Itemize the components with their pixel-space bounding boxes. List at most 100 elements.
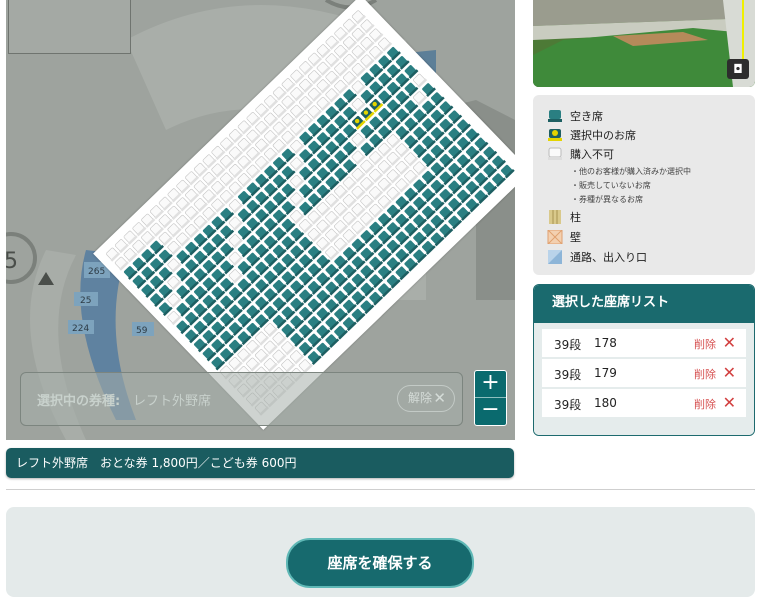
- available-seat[interactable]: [272, 296, 287, 312]
- available-seat[interactable]: [438, 135, 454, 151]
- available-seat[interactable]: [333, 307, 348, 323]
- available-seat[interactable]: [245, 181, 261, 197]
- available-seat[interactable]: [193, 250, 208, 265]
- available-seat[interactable]: [377, 107, 393, 122]
- available-seat[interactable]: [377, 282, 392, 298]
- available-seat[interactable]: [386, 274, 401, 289]
- available-seat[interactable]: [298, 288, 313, 304]
- available-seat[interactable]: [465, 127, 480, 143]
- available-seat[interactable]: [438, 118, 454, 133]
- delete-seat-button[interactable]: 削除: [694, 396, 716, 412]
- available-seat[interactable]: [403, 187, 419, 202]
- available-seat[interactable]: [289, 314, 305, 330]
- available-seat[interactable]: [289, 279, 305, 295]
- available-seat[interactable]: [324, 298, 340, 313]
- available-seat[interactable]: [210, 285, 226, 301]
- available-seat[interactable]: [131, 256, 147, 272]
- available-seat[interactable]: [193, 267, 208, 283]
- mini-map-thumbnail[interactable]: [8, 0, 131, 54]
- available-seat[interactable]: [272, 261, 287, 277]
- available-seat[interactable]: [386, 81, 401, 96]
- available-seat[interactable]: [377, 265, 392, 280]
- available-seat[interactable]: [386, 116, 401, 131]
- available-seat[interactable]: [184, 293, 200, 309]
- seat-map[interactable]: 214 265 25 224 59 5 選択中の券種: レフト外野席 解除 ✕ …: [6, 0, 515, 440]
- available-seat[interactable]: [184, 241, 200, 256]
- available-seat[interactable]: [324, 158, 340, 173]
- available-seat[interactable]: [315, 324, 331, 339]
- available-seat[interactable]: [333, 272, 349, 287]
- available-seat[interactable]: [201, 346, 217, 362]
- available-seat[interactable]: [377, 212, 392, 228]
- available-seat[interactable]: [193, 337, 208, 353]
- available-seat[interactable]: [140, 248, 156, 263]
- available-seat[interactable]: [438, 170, 454, 186]
- available-seat[interactable]: [245, 216, 261, 232]
- available-seat[interactable]: [482, 180, 498, 196]
- available-seat[interactable]: [394, 213, 410, 228]
- available-seat[interactable]: [359, 246, 375, 262]
- available-seat[interactable]: [386, 46, 401, 61]
- available-seat[interactable]: [219, 294, 235, 310]
- available-seat[interactable]: [272, 208, 287, 224]
- available-seat[interactable]: [421, 205, 436, 220]
- available-seat[interactable]: [412, 231, 427, 246]
- available-seat[interactable]: [447, 214, 463, 230]
- available-seat[interactable]: [429, 231, 445, 247]
- available-seat[interactable]: [184, 311, 199, 326]
- available-seat[interactable]: [465, 197, 480, 213]
- available-seat[interactable]: [219, 329, 235, 345]
- available-seat[interactable]: [447, 127, 463, 142]
- available-seat[interactable]: [228, 303, 243, 319]
- delete-x-icon[interactable]: ✕: [723, 363, 736, 382]
- available-seat[interactable]: [438, 223, 454, 238]
- available-seat[interactable]: [430, 144, 445, 159]
- available-seat[interactable]: [482, 163, 498, 178]
- available-seat[interactable]: [465, 180, 480, 195]
- available-seat[interactable]: [202, 259, 217, 274]
- available-seat[interactable]: [316, 166, 331, 182]
- available-seat[interactable]: [263, 270, 278, 285]
- available-seat[interactable]: [421, 135, 436, 150]
- delete-x-icon[interactable]: ✕: [723, 393, 736, 412]
- available-seat[interactable]: [202, 241, 217, 257]
- available-seat[interactable]: [254, 190, 270, 206]
- available-seat[interactable]: [403, 222, 419, 237]
- available-seat[interactable]: [237, 295, 252, 311]
- selected-seat[interactable]: [359, 106, 375, 122]
- camera-icon[interactable]: ◘: [727, 59, 749, 79]
- available-seat[interactable]: [193, 285, 208, 300]
- available-seat[interactable]: [210, 250, 226, 266]
- available-seat[interactable]: [377, 230, 392, 245]
- available-seat[interactable]: [201, 276, 217, 292]
- available-seat[interactable]: [140, 283, 156, 299]
- available-seat[interactable]: [245, 269, 261, 285]
- available-seat[interactable]: [298, 253, 314, 269]
- available-seat[interactable]: [280, 288, 296, 303]
- available-seat[interactable]: [324, 315, 340, 331]
- available-seat[interactable]: [386, 256, 401, 272]
- available-seat[interactable]: [350, 273, 366, 288]
- available-seat[interactable]: [324, 263, 340, 278]
- available-seat[interactable]: [386, 63, 401, 79]
- available-seat[interactable]: [228, 321, 243, 337]
- available-seat[interactable]: [245, 304, 261, 320]
- available-seat[interactable]: [359, 299, 375, 315]
- available-seat[interactable]: [193, 320, 208, 335]
- available-seat[interactable]: [368, 273, 384, 289]
- clear-selection-button[interactable]: 解除 ✕: [397, 385, 455, 412]
- delete-seat-button[interactable]: 削除: [694, 336, 716, 352]
- available-seat[interactable]: [351, 255, 366, 271]
- available-seat[interactable]: [438, 100, 454, 116]
- available-seat[interactable]: [307, 262, 322, 278]
- available-seat[interactable]: [245, 234, 261, 249]
- available-seat[interactable]: [350, 290, 366, 306]
- available-seat[interactable]: [272, 226, 287, 242]
- available-seat[interactable]: [447, 179, 463, 195]
- available-seat[interactable]: [394, 248, 410, 263]
- available-seat[interactable]: [368, 80, 384, 96]
- selected-seat[interactable]: [368, 98, 384, 113]
- available-seat[interactable]: [473, 154, 489, 169]
- available-seat[interactable]: [421, 240, 436, 255]
- available-seat[interactable]: [412, 108, 428, 123]
